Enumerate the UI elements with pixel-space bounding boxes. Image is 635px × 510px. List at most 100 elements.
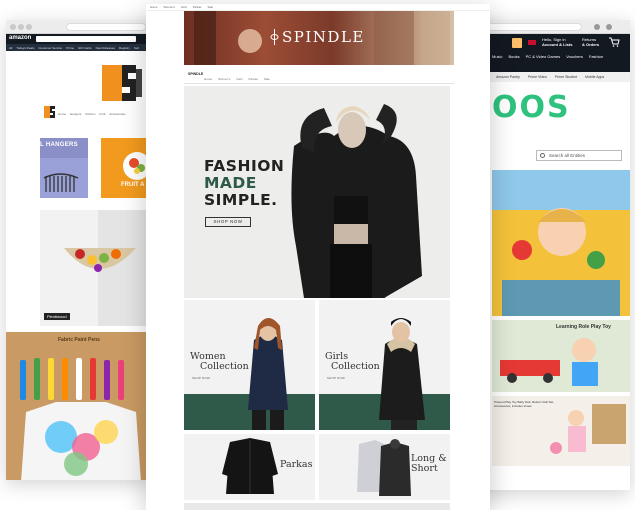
store-tab[interactable]: Accessories	[109, 112, 125, 116]
left-url-bar[interactable]	[66, 23, 146, 31]
left-nav-item[interactable]: Prime	[66, 46, 74, 50]
bowl-product-tag: Plentiwood	[44, 313, 70, 320]
cart-icon[interactable]	[608, 37, 620, 47]
window-control-dot[interactable]	[26, 24, 32, 30]
spindle-brand-title[interactable]: SPINDLE	[282, 28, 365, 46]
left-nav-item[interactable]: Registry	[119, 46, 130, 50]
women-collection-title: Women Collection	[190, 352, 249, 372]
account-menu[interactable]: Hello, Sign in Account & Lists	[542, 37, 572, 47]
screenshot-stage: amazon All Todays Deals Customer Service…	[0, 0, 635, 510]
role-play-toy-tile[interactable]: Learning Role Play Toy	[492, 320, 630, 392]
girls-shop-now-link[interactable]: SHOP NOW	[327, 376, 345, 380]
center-top-nav-item[interactable]: Girls	[181, 5, 187, 9]
baby-playing-image	[492, 170, 630, 316]
right-subnav-item[interactable]: Mobile Apps	[585, 75, 604, 79]
short-title-line: Short	[411, 463, 438, 474]
baby-doll-label: Pretend Play Toy Baby Doll, Reborn Doll …	[494, 400, 554, 408]
headline-line-simple: SIMPLE.	[204, 191, 278, 209]
spindle-subnav-link[interactable]: Home	[204, 77, 212, 81]
store-tab[interactable]: Hangers	[70, 112, 81, 116]
left-nav-item[interactable]: Customer Service	[38, 46, 62, 50]
left-nav-item[interactable]: All	[9, 46, 12, 50]
new-tab-icon[interactable]	[594, 24, 600, 30]
right-store-search-input[interactable]: Search all Entities	[536, 150, 622, 161]
center-top-nav-item[interactable]: Parkas	[193, 5, 202, 9]
center-top-nav-item[interactable]: Sale	[207, 5, 213, 9]
girls-collection-title: Girls Collection	[325, 352, 380, 372]
role-play-toy-label: Learning Role Play Toy	[556, 324, 611, 330]
left-nav-item[interactable]: New Releases	[96, 46, 115, 50]
right-nav-item[interactable]: Music	[492, 54, 502, 59]
collection-title-line: Collection	[200, 361, 249, 372]
women-collection-card[interactable]: Women Collection SHOP NOW	[184, 300, 315, 430]
window-control-dot[interactable]	[10, 24, 16, 30]
fabric-paint-label: Fabric Paint Pens	[58, 337, 100, 343]
tabs-overview-icon[interactable]	[606, 24, 612, 30]
right-nav-item[interactable]: Fashion	[589, 54, 603, 59]
banner-shop-now-button[interactable]: SHOP NOW	[205, 217, 251, 227]
right-subnav-item[interactable]: Prime Video	[528, 75, 547, 79]
right-subnav-item[interactable]: Prime Student	[555, 75, 577, 79]
left-store-nav: All Todays Deals Customer Service Prime …	[6, 44, 156, 51]
search-placeholder: Search all Entities	[549, 153, 586, 158]
search-icon	[540, 153, 545, 158]
right-nav-item[interactable]: Books	[508, 54, 519, 59]
baby-doll-tile[interactable]: Pretend Play Toy Baby Doll, Reborn Doll …	[492, 396, 630, 466]
right-nav-item[interactable]: PC & Video Games	[526, 54, 561, 59]
left-search-input[interactable]	[36, 36, 136, 42]
spindle-subnav-link[interactable]: Women's	[218, 77, 230, 81]
store-brand-logo-large	[102, 65, 142, 101]
flag-icon[interactable]	[528, 40, 536, 45]
spindle-subnav-link[interactable]: Girls	[236, 77, 242, 81]
returns-orders-link[interactable]: Returns & Orders	[582, 37, 599, 47]
right-store-nav: Music Books PC & Video Games Vouchers Fa…	[492, 54, 603, 59]
left-store-logo[interactable]: amazon	[9, 35, 31, 41]
left-nav-item[interactable]: Todays Deals	[16, 46, 34, 50]
window-control-dot[interactable]	[18, 24, 24, 30]
long-short-title: Long & Short	[411, 454, 447, 474]
spindle-subnav-link[interactable]: Sale	[264, 77, 270, 81]
right-subnav-item[interactable]: Amazon Pantry	[496, 75, 520, 79]
fabric-paint-tile[interactable]: Fabric Paint Pens	[6, 332, 156, 480]
left-window-chrome	[6, 20, 156, 34]
spindle-hero-banner: SPINDLE	[184, 11, 454, 65]
role-play-toy-image	[492, 320, 630, 392]
left-store-tabs: Home Hangers Kitchen Fruit Accessories	[58, 112, 126, 116]
spindle-subnav-link[interactable]: Parkas	[249, 77, 258, 81]
store-tab[interactable]: Kitchen	[85, 112, 95, 116]
fruit-label: FRUIT A	[121, 182, 145, 188]
center-browser-window: Home Women's Girls Parkas Sale SPINDLE S…	[146, 4, 490, 510]
right-store-brand: OOS	[492, 90, 571, 125]
next-row-placeholder	[184, 503, 450, 510]
spindle-emblem-icon	[270, 29, 279, 45]
left-nav-item[interactable]: Gift Cards	[78, 46, 92, 50]
banner-headline: FASHION MADE SIMPLE.	[204, 158, 284, 209]
hangers-label: L HANGERS	[40, 142, 78, 148]
center-top-nav-item[interactable]: Home	[150, 5, 157, 9]
center-top-nav: Home Women's Girls Parkas Sale	[146, 4, 490, 11]
store-tab[interactable]: Home	[58, 112, 66, 116]
right-nav-item[interactable]: Vouchers	[566, 54, 583, 59]
spindle-subnav-links: Home Women's Girls Parkas Sale	[204, 77, 270, 81]
parkas-card[interactable]: Parkas	[184, 434, 315, 500]
wall-bowl-tile[interactable]: Plentiwood	[40, 210, 156, 326]
collection-title-line: Collection	[331, 361, 380, 372]
long-short-card[interactable]: Long & Short	[319, 434, 450, 500]
spindle-subnav-brand[interactable]: SPINDLE	[188, 72, 203, 76]
left-browser-window: amazon All Todays Deals Customer Service…	[6, 20, 156, 480]
search-icon[interactable]	[512, 38, 522, 48]
store-brand-logo-small[interactable]	[44, 106, 56, 118]
baby-toy-tile[interactable]	[492, 170, 630, 316]
headline-line-fashion: FASHION	[204, 157, 285, 175]
wall-fruit-bowl-image	[40, 210, 156, 326]
account-lists-label: Account & Lists	[542, 42, 573, 47]
girls-collection-card[interactable]: Girls Collection SHOP NOW	[319, 300, 450, 430]
left-nav-item[interactable]: Sell	[134, 46, 139, 50]
store-tab[interactable]: Fruit	[99, 112, 105, 116]
women-shop-now-link[interactable]: SHOP NOW	[192, 376, 210, 380]
center-top-nav-item[interactable]: Women's	[163, 5, 175, 9]
hangers-tile[interactable]: L HANGERS	[40, 138, 88, 198]
parkas-title: Parkas	[280, 459, 313, 470]
fabric-paint-image	[6, 332, 156, 480]
left-store-header: amazon	[6, 34, 156, 44]
